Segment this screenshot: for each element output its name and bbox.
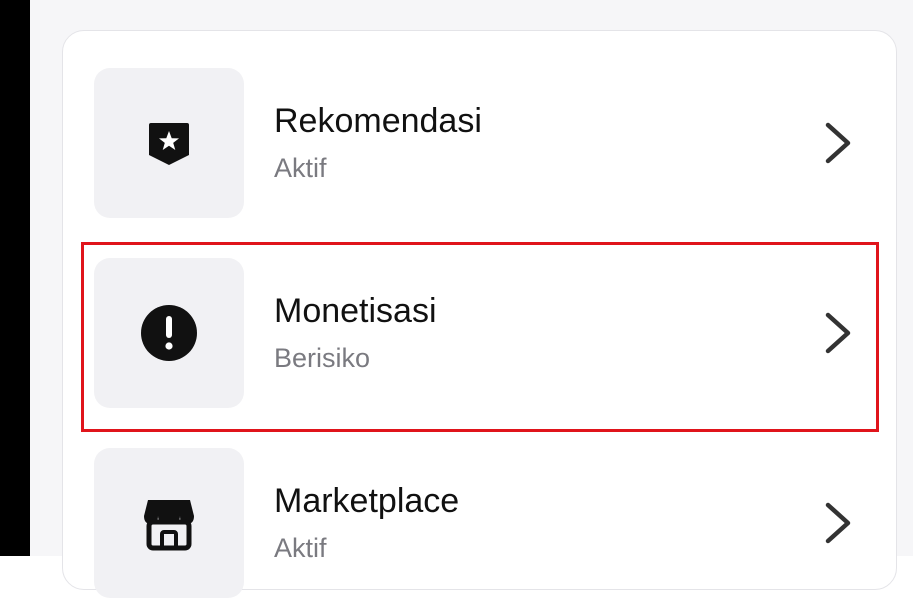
icon-tile [94, 68, 244, 218]
alert-circle-icon [139, 303, 199, 363]
settings-row-rekomendasi[interactable]: Rekomendasi Aktif [94, 68, 874, 218]
left-black-bar [0, 0, 30, 556]
chevron-right-icon[interactable] [818, 311, 858, 355]
chevron-right-icon[interactable] [818, 501, 858, 545]
shop-icon [140, 494, 198, 552]
row-status: Aktif [274, 153, 327, 183]
row-title: Rekomendasi [274, 102, 482, 140]
row-title: Marketplace [274, 482, 460, 520]
settings-row-marketplace[interactable]: Marketplace Aktif [94, 448, 874, 598]
settings-row-monetisasi[interactable]: Monetisasi Berisiko [94, 258, 874, 408]
icon-tile [94, 448, 244, 598]
row-title: Monetisasi [274, 292, 437, 330]
icon-tile [94, 258, 244, 408]
shield-star-icon [143, 117, 195, 169]
row-status: Berisiko [274, 343, 371, 373]
row-status: Aktif [274, 533, 327, 563]
chevron-right-icon[interactable] [818, 121, 858, 165]
